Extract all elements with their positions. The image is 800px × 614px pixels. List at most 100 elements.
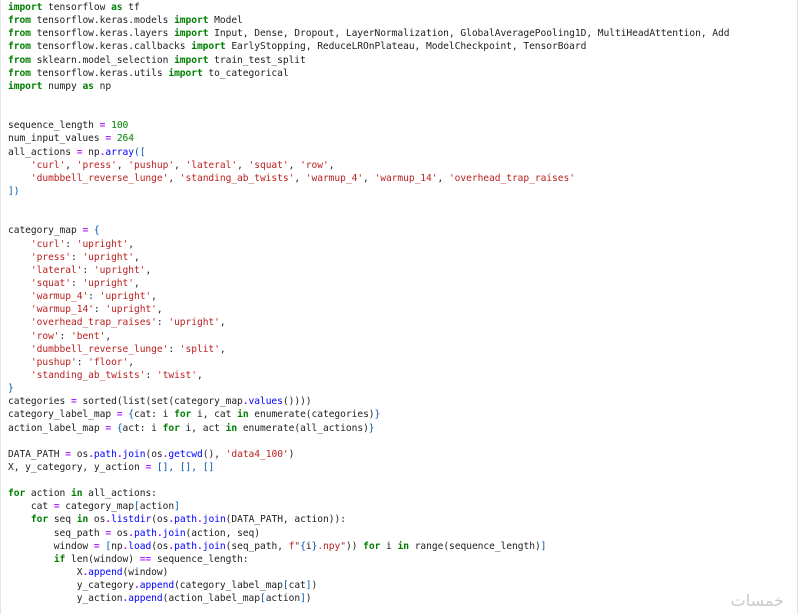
code-token: ) <box>305 593 312 605</box>
code-token: (window) <box>122 567 169 579</box>
code-line[interactable]: ]) <box>8 185 729 198</box>
code-token: enumerate(categories) <box>248 409 375 421</box>
code-line[interactable]: num_input_values = 264 <box>8 132 729 145</box>
code-line[interactable]: y_category.append(category_label_map[cat… <box>8 579 729 592</box>
code-token: import <box>174 15 209 27</box>
code-token: path <box>174 514 198 526</box>
code-line[interactable]: import tensorflow as tf <box>8 1 729 14</box>
code-token: from <box>8 41 31 53</box>
code-token: 'pushup' <box>30 356 77 368</box>
code-token: i, cat <box>191 409 238 421</box>
code-token: : <box>76 356 89 368</box>
code-token: import <box>8 80 43 92</box>
code-token: cat <box>288 580 306 592</box>
code-token: action <box>25 488 71 500</box>
code-line[interactable]: import numpy as np <box>8 80 729 93</box>
code-line[interactable]: 'dumbbell_reverse_lunge': 'split', <box>8 343 729 356</box>
code-line[interactable]: from tensorflow.keras.layers import Inpu… <box>8 27 730 40</box>
code-line[interactable]: 'curl', 'press', 'pushup', 'lateral', 's… <box>8 159 729 172</box>
code-line[interactable]: 'row': 'bent', <box>8 330 729 343</box>
code-token: i <box>380 540 398 552</box>
code-token: , <box>288 159 301 171</box>
code-line[interactable]: window = [np.load(os.path.join(seq_path,… <box>8 540 729 553</box>
code-line[interactable]: categories = sorted(list(set(category_ma… <box>8 395 729 408</box>
code-token: 'upright' <box>168 317 220 329</box>
code-line[interactable]: from tensorflow.keras.models import Mode… <box>8 14 729 27</box>
code-line[interactable] <box>8 106 729 119</box>
code-token: : <box>93 304 106 316</box>
code-line[interactable]: 'curl': 'upright', <box>8 238 729 251</box>
code-token: 'squat' <box>30 277 71 289</box>
code-token: in <box>71 488 83 500</box>
code-token: in <box>76 514 89 526</box>
code-line[interactable] <box>8 474 729 487</box>
code-line[interactable] <box>8 93 729 106</box>
code-line[interactable]: all_actions = np.array([ <box>8 146 729 159</box>
code-token: (category_label_map <box>174 580 283 592</box>
code-line[interactable]: 'overhead_trap_raises': 'upright', <box>8 316 729 329</box>
code-token: tf <box>122 2 140 13</box>
code-line[interactable]: 'dumbbell_reverse_lunge', 'standing_ab_t… <box>8 172 729 185</box>
code-token: append <box>128 593 163 605</box>
code-token: y_action <box>8 593 123 605</box>
code-token: 'pushup' <box>128 159 175 171</box>
code-line[interactable]: seq_path = os.path.join(action, seq) <box>8 527 729 540</box>
code-line[interactable]: category_map = { <box>8 224 729 237</box>
code-token: category_label_map <box>8 409 117 421</box>
code-line[interactable]: from sklearn.model_selection import trai… <box>8 54 729 67</box>
code-token: np <box>93 80 112 92</box>
code-token: : <box>59 330 71 342</box>
code-line[interactable]: from tensorflow.keras.utils import to_ca… <box>8 67 729 80</box>
code-line[interactable]: if len(window) == sequence_length: <box>8 553 729 566</box>
code-token: 'lateral' <box>185 159 238 171</box>
code-token: 'lateral' <box>30 264 83 276</box>
code-line[interactable]: for seq in os.listdir(os.path.join(DATA_… <box>8 513 729 526</box>
code-line[interactable]: 'warmup_4': 'upright', <box>8 290 729 303</box>
code-line[interactable] <box>8 211 729 224</box>
code-line[interactable]: 'pushup': 'floor', <box>8 356 729 369</box>
code-token: , <box>156 304 163 316</box>
code-token: (action_label_map <box>162 593 260 605</box>
code-line[interactable]: action_label_map = {act: i for i, act in… <box>8 422 729 435</box>
code-line[interactable]: X, y_category, y_action = [], [], [] <box>8 461 729 474</box>
code-token: == <box>139 553 152 565</box>
code-token: DATA_PATH <box>8 448 66 460</box>
code-line[interactable]: 'press': 'upright', <box>8 251 729 264</box>
code-line[interactable]: 'squat': 'upright', <box>8 277 729 290</box>
code-line[interactable]: 'lateral': 'upright', <box>8 264 729 277</box>
code-line[interactable]: sequence_length = 100 <box>8 119 729 132</box>
code-line[interactable] <box>8 198 729 211</box>
code-token: path <box>174 540 198 552</box>
code-token: 'row' <box>30 330 60 342</box>
code-token: ()))) <box>282 396 312 408</box>
code-line[interactable]: y_action.append(action_label_map[action]… <box>8 592 729 605</box>
code-line[interactable]: cat = category_map[action] <box>8 500 729 513</box>
code-line[interactable]: category_label_map = {cat: i for i, cat … <box>8 408 729 421</box>
code-token: 'dumbbell_reverse_lunge' <box>30 172 169 184</box>
code-token: append <box>139 580 175 592</box>
code-token: : <box>65 238 77 250</box>
code-line[interactable]: } <box>8 382 729 395</box>
code-token: X, y_category, y_action <box>8 461 146 473</box>
code-line[interactable]: DATA_PATH = os.path.join(os.getcwd(), 'd… <box>8 448 729 461</box>
code-token: os <box>111 527 129 539</box>
code-line[interactable]: for action in all_actions: <box>8 487 729 500</box>
code-line[interactable] <box>8 435 729 448</box>
code-token: sklearn.model_selection <box>30 54 175 66</box>
code-token: 'upright' <box>82 251 134 263</box>
code-token: 'standing_ab_twists' <box>179 172 295 184</box>
code-token: np <box>111 540 123 552</box>
code-line[interactable]: X.append(window) <box>8 566 729 579</box>
code-line[interactable]: 'warmup_14': 'upright', <box>8 303 729 316</box>
code-token: [], [], [] <box>156 461 215 473</box>
code-token: , <box>328 159 335 171</box>
code-line[interactable]: from tensorflow.keras.callbacks import E… <box>8 40 729 53</box>
code-token: to_categorical <box>202 67 289 79</box>
code-token: getcwd <box>168 448 203 460</box>
code-token: import <box>174 54 209 66</box>
code-token: , <box>168 172 180 184</box>
code-line[interactable]: 'standing_ab_twists': 'twist', <box>8 369 729 382</box>
code-token: os <box>88 514 106 526</box>
code-editor[interactable]: import tensorflow as tf from tensorflow.k… <box>0 0 798 614</box>
